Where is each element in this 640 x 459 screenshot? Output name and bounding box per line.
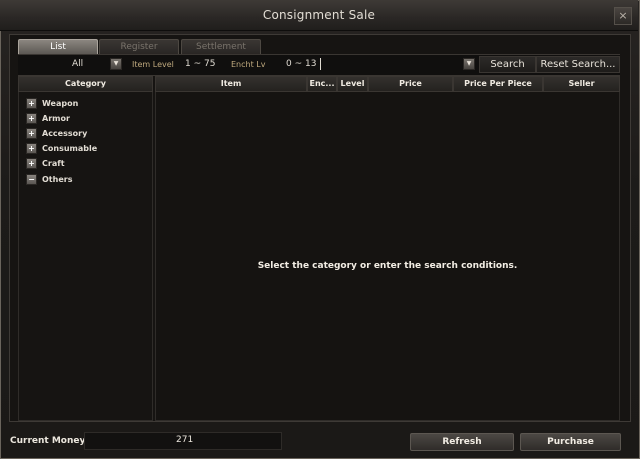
column-header-price[interactable]: Price <box>368 76 453 92</box>
expand-plus-icon[interactable]: + <box>26 113 37 124</box>
category-label: Armor <box>42 114 70 123</box>
column-header-item[interactable]: Item <box>155 76 307 92</box>
collapse-minus-icon[interactable]: − <box>26 174 37 185</box>
item-level-input[interactable]: 1 ~ 75 <box>185 59 215 69</box>
encht-level-label: Encht Lv <box>231 60 266 69</box>
tab-list[interactable]: List <box>18 39 98 54</box>
current-money-label: Current Money <box>10 436 86 446</box>
tab-settlement[interactable]: Settlement <box>181 39 261 54</box>
category-filter-value[interactable]: All <box>72 59 83 69</box>
category-armor[interactable]: + Armor <box>26 113 70 124</box>
column-header-level[interactable]: Level <box>337 76 368 92</box>
encht-level-input[interactable]: 0 ~ 13 <box>286 59 316 69</box>
column-header-enchant[interactable]: Enc... <box>307 76 337 92</box>
category-consumable[interactable]: + Consumable <box>26 143 97 154</box>
expand-plus-icon[interactable]: + <box>26 128 37 139</box>
purchase-button[interactable]: Purchase <box>520 433 621 451</box>
window-title: Consignment Sale <box>262 8 376 22</box>
category-weapon[interactable]: + Weapon <box>26 98 78 109</box>
column-header-seller[interactable]: Seller <box>543 76 620 92</box>
category-label: Consumable <box>42 144 98 153</box>
tab-register[interactable]: Register <box>99 39 179 54</box>
text-cursor <box>320 58 321 70</box>
category-accessory[interactable]: + Accessory <box>26 128 87 139</box>
reset-search-button[interactable]: Reset Search... <box>536 56 620 73</box>
current-money-value: 271 <box>176 435 194 445</box>
encht-dropdown-icon[interactable]: ▼ <box>463 58 475 70</box>
expand-plus-icon[interactable]: + <box>26 158 37 169</box>
category-others[interactable]: − Others <box>26 174 72 185</box>
category-craft[interactable]: + Craft <box>26 158 65 169</box>
item-list-panel <box>155 76 620 421</box>
category-header: Category <box>18 76 153 92</box>
category-label: Others <box>42 175 73 184</box>
expand-plus-icon[interactable]: + <box>26 98 37 109</box>
category-label: Accessory <box>42 129 88 138</box>
category-label: Craft <box>42 159 65 168</box>
category-label: Weapon <box>42 99 79 108</box>
column-header-price-per-piece[interactable]: Price Per Piece <box>453 76 543 92</box>
search-button[interactable]: Search <box>479 56 536 73</box>
close-icon[interactable]: × <box>614 7 632 25</box>
refresh-button[interactable]: Refresh <box>410 433 514 451</box>
expand-plus-icon[interactable]: + <box>26 143 37 154</box>
empty-list-message: Select the category or enter the search … <box>257 261 518 271</box>
category-dropdown-icon[interactable]: ▼ <box>110 58 122 70</box>
item-level-label: Item Level <box>132 60 174 69</box>
